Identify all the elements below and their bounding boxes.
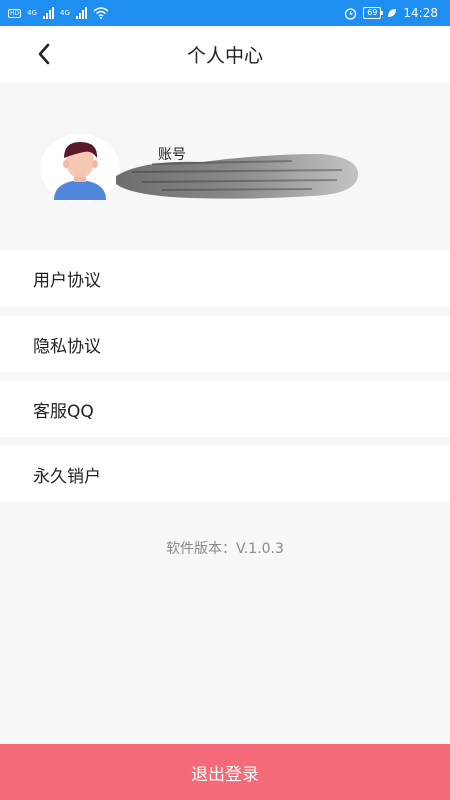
page-title: 个人中心 (186, 44, 263, 67)
menu-item-user-agreement[interactable]: 用户协议 (0, 250, 450, 306)
account-label: 账号 (158, 147, 186, 163)
network-label-1: 4G (27, 8, 38, 17)
back-button[interactable] (30, 40, 58, 68)
status-time: 14:28 (403, 6, 438, 20)
status-bar: HD 4G 4G 69 14:28 (0, 0, 450, 26)
redacted-account (116, 154, 359, 199)
status-right: 69 14:28 (344, 6, 438, 20)
hd-tag: HD (8, 8, 22, 18)
avatar[interactable] (40, 134, 120, 202)
leaf-icon (388, 9, 397, 17)
menu-item-customer-service-qq[interactable]: 客服QQ (0, 381, 450, 437)
status-left: HD 4G 4G (8, 7, 109, 19)
menu-item-label: 隐私协议 (33, 336, 101, 357)
menu-item-label: 用户协议 (33, 270, 101, 291)
chevron-left-icon (38, 43, 50, 65)
version-text: 软件版本：V.1.0.3 (166, 541, 284, 557)
signal-icon-2 (75, 7, 87, 19)
logout-button[interactable]: 退出登录 (0, 744, 450, 800)
menu-item-delete-account[interactable]: 永久销户 (0, 446, 450, 502)
header-bar: 个人中心 (0, 26, 450, 82)
network-label-2: 4G (60, 8, 70, 17)
wifi-icon (93, 7, 109, 19)
battery-icon: 69 (363, 7, 384, 19)
menu-item-privacy-agreement[interactable]: 隐私协议 (0, 316, 450, 372)
menu-item-label: 永久销户 (33, 466, 101, 487)
logout-label: 退出登录 (191, 764, 259, 785)
signal-icon (43, 7, 55, 19)
alarm-icon (345, 7, 357, 20)
menu-item-label: 客服QQ (33, 401, 94, 422)
profile-section: 账号 (0, 82, 450, 250)
